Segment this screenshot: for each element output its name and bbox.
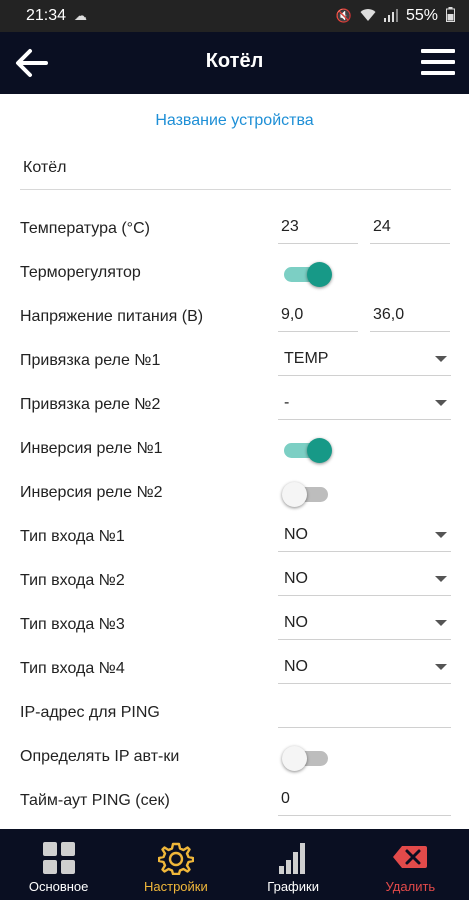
dropdown-arrow-icon [435, 532, 447, 538]
battery-icon [446, 7, 455, 25]
input1-value: NO [284, 526, 308, 543]
input3-select[interactable]: NO [278, 604, 451, 640]
input4-value: NO [284, 658, 308, 675]
row-temperature: Температура (°C) 23 24 [0, 208, 469, 252]
auto-ip-label: Определять IP авт-ки [20, 748, 180, 765]
row-ping-ip: IP-адрес для PING [0, 692, 469, 736]
status-bar: 21:34 ☁ 🔇 55% [0, 0, 469, 32]
page-title: Котёл [205, 50, 264, 72]
nav-delete[interactable]: Удалить [352, 829, 469, 900]
voltage-min-input[interactable]: 9,0 [278, 296, 358, 332]
cloud-icon: ☁ [74, 8, 88, 23]
dropdown-arrow-icon [435, 576, 447, 582]
nav-settings[interactable]: Настройки [117, 829, 234, 900]
wifi-icon [360, 8, 376, 25]
delete-icon [393, 846, 428, 868]
row-input3: Тип входа №3 NO [0, 604, 469, 648]
settings-form: Название устройства Котёл Температура (°… [0, 94, 469, 829]
status-time: 21:34 [26, 7, 67, 24]
relay1-invert-toggle[interactable] [282, 436, 332, 464]
row-ping-timeout: Тайм-аут PING (сек) 0 [0, 780, 469, 824]
input4-label: Тип входа №4 [20, 660, 125, 677]
temperature-min-input[interactable]: 23 [278, 208, 358, 244]
dropdown-arrow-icon [435, 664, 447, 670]
relay2-bind-value: - [284, 394, 290, 411]
relay2-bind-label: Привязка реле №2 [20, 396, 161, 413]
ping-ip-label: IP-адрес для PING [20, 704, 160, 721]
nav-main-label: Основное [28, 879, 89, 894]
temperature-max-input[interactable]: 24 [370, 208, 450, 244]
relay1-bind-value: TEMP [284, 350, 329, 367]
relay2-bind-select[interactable]: - [278, 384, 451, 420]
input2-label: Тип входа №2 [20, 572, 125, 589]
dropdown-arrow-icon [435, 400, 447, 406]
nav-settings-label: Настройки [144, 879, 208, 894]
app-bar: Котёл [0, 32, 469, 94]
dropdown-arrow-icon [435, 356, 447, 362]
row-relay2-invert: Инверсия реле №2 [0, 472, 469, 516]
row-voltage: Напряжение питания (В) 9,0 36,0 [0, 296, 469, 340]
relay2-invert-label: Инверсия реле №2 [20, 484, 163, 501]
device-name-input[interactable]: Котёл [20, 154, 451, 190]
nav-charts[interactable]: Графики [235, 829, 352, 900]
input2-select[interactable]: NO [278, 560, 451, 596]
ping-timeout-label: Тайм-аут PING (сек) [20, 792, 170, 809]
input1-select[interactable]: NO [278, 516, 451, 552]
input2-value: NO [284, 570, 308, 587]
bottom-nav: Основное Настройки Графики Удалить [0, 829, 469, 900]
ping-ip-input[interactable] [278, 692, 451, 728]
mute-icon: 🔇 [335, 8, 352, 23]
dashboard-icon [42, 842, 75, 874]
nav-delete-label: Удалить [385, 879, 436, 894]
relay1-bind-label: Привязка реле №1 [20, 352, 161, 369]
input3-value: NO [284, 614, 308, 631]
input3-label: Тип входа №3 [20, 616, 125, 633]
thermostat-label: Терморегулятор [20, 264, 141, 281]
nav-charts-label: Графики [267, 879, 319, 894]
thermostat-toggle[interactable] [282, 260, 332, 288]
row-input4: Тип входа №4 NO [0, 648, 469, 692]
nav-main[interactable]: Основное [0, 829, 117, 900]
temperature-label: Температура (°C) [20, 220, 150, 237]
relay1-bind-select[interactable]: TEMP [278, 340, 451, 376]
row-input1: Тип входа №1 NO [0, 516, 469, 560]
menu-icon[interactable] [421, 49, 455, 77]
row-relay2-bind: Привязка реле №2 - [0, 384, 469, 428]
row-relay1-invert: Инверсия реле №1 [0, 428, 469, 472]
voltage-max-input[interactable]: 36,0 [370, 296, 450, 332]
section-title: Название устройства [155, 112, 314, 129]
auto-ip-toggle[interactable] [282, 744, 332, 772]
battery-percent: 55% [405, 7, 438, 24]
row-auto-ip: Определять IP авт-ки [0, 736, 469, 780]
gear-icon [157, 842, 194, 875]
ping-timeout-input[interactable]: 0 [278, 780, 451, 816]
row-relay1-bind: Привязка реле №1 TEMP [0, 340, 469, 384]
bar-chart-icon [279, 843, 306, 874]
voltage-label: Напряжение питания (В) [20, 308, 204, 325]
relay1-invert-label: Инверсия реле №1 [20, 440, 163, 457]
row-thermostat: Терморегулятор [0, 252, 469, 296]
input1-label: Тип входа №1 [20, 528, 125, 545]
input4-select[interactable]: NO [278, 648, 451, 684]
signal-icon [383, 8, 398, 25]
relay2-invert-toggle[interactable] [282, 480, 332, 508]
row-input2: Тип входа №2 NO [0, 560, 469, 604]
dropdown-arrow-icon [435, 620, 447, 626]
